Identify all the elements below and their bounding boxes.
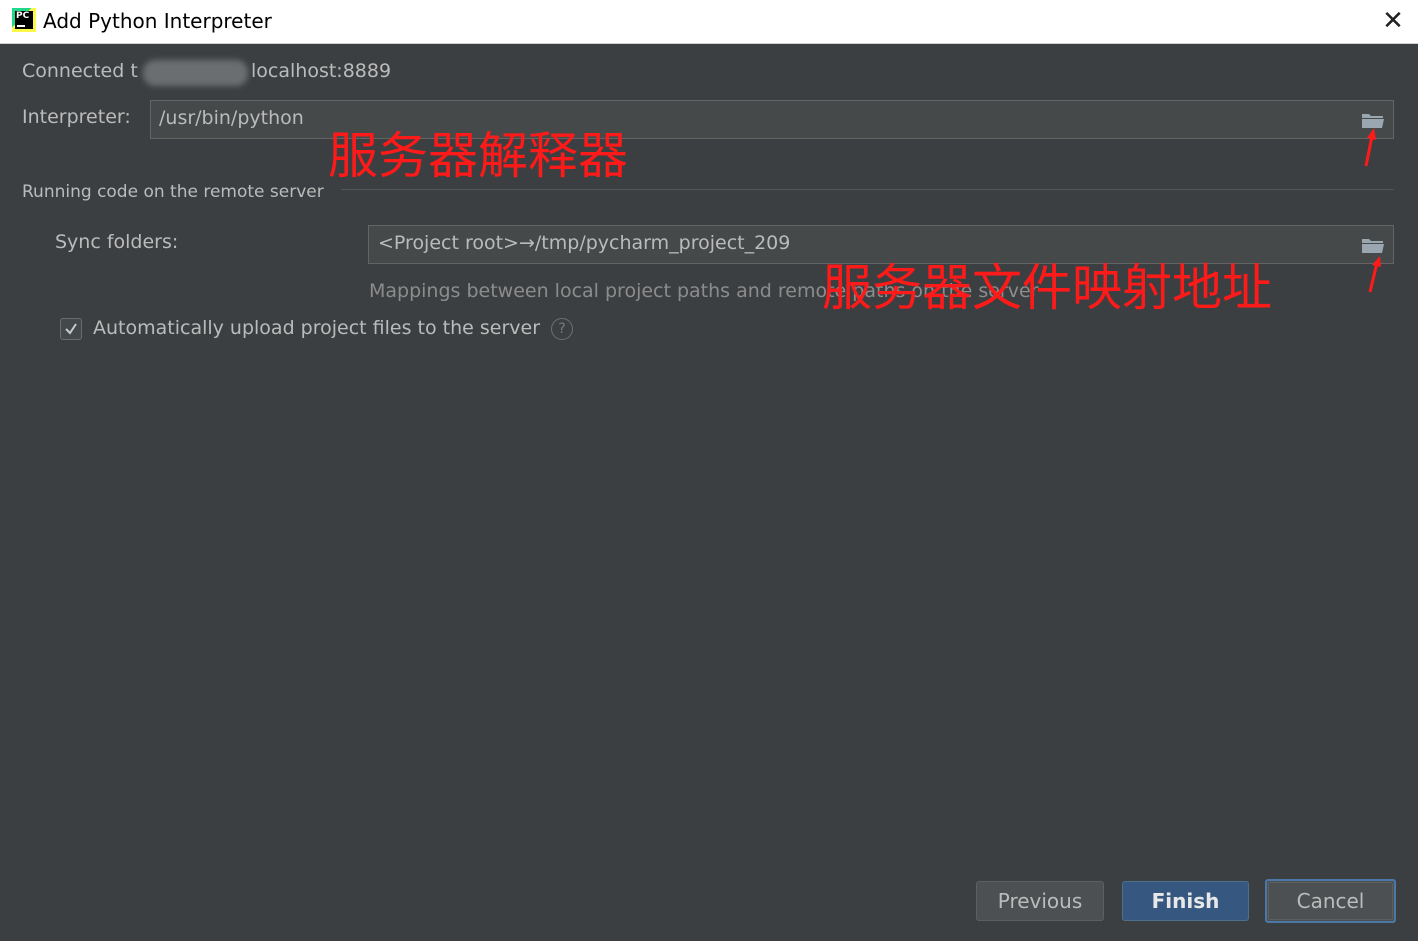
folder-icon[interactable] bbox=[1361, 237, 1385, 254]
checkmark-icon bbox=[65, 323, 77, 335]
title-bar: PC Add Python Interpreter ✕ bbox=[0, 0, 1418, 44]
section-title: Running code on the remote server bbox=[22, 182, 324, 202]
window-title: Add Python Interpreter bbox=[43, 9, 272, 33]
arrow-icon bbox=[1364, 128, 1376, 167]
auto-upload-label[interactable]: Automatically upload project files to th… bbox=[93, 317, 540, 339]
sync-folders-label: Sync folders: bbox=[55, 231, 179, 253]
interpreter-value: /usr/bin/python bbox=[159, 107, 304, 129]
redacted-host bbox=[143, 60, 248, 86]
help-icon[interactable]: ? bbox=[551, 318, 573, 340]
connection-host: localhost:8889 bbox=[251, 60, 392, 82]
cancel-button-label: Cancel bbox=[1296, 889, 1365, 913]
auto-upload-checkbox[interactable] bbox=[60, 318, 82, 340]
section-divider bbox=[341, 189, 1394, 190]
interpreter-label: Interpreter: bbox=[22, 106, 131, 128]
annotation-sync: 服务器文件映射地址 bbox=[822, 259, 1272, 317]
previous-button[interactable]: Previous bbox=[976, 881, 1104, 921]
sync-folders-value: <Project root>→/tmp/pycharm_project_209 bbox=[378, 232, 791, 254]
close-icon[interactable]: ✕ bbox=[1378, 6, 1408, 36]
annotation-interpreter: 服务器解释器 bbox=[328, 127, 628, 185]
cancel-button[interactable]: Cancel bbox=[1265, 879, 1396, 923]
connection-prefix: Connected t bbox=[22, 60, 138, 82]
arrow-icon bbox=[1368, 256, 1381, 293]
pycharm-app-icon: PC bbox=[12, 8, 36, 32]
finish-button[interactable]: Finish bbox=[1122, 881, 1249, 921]
